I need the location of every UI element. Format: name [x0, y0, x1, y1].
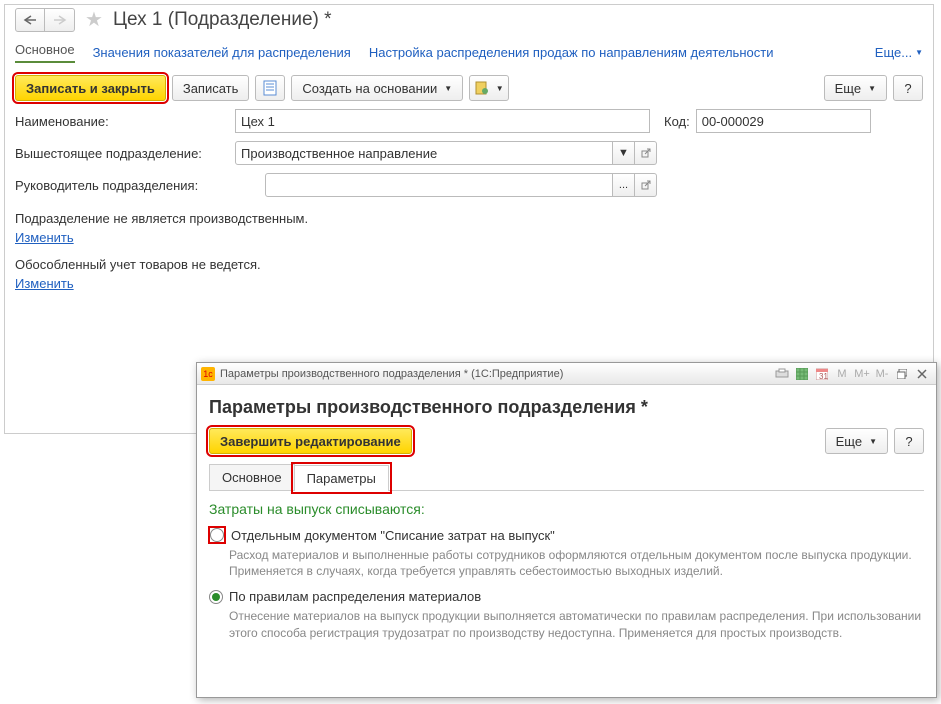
select-button[interactable]: ... — [613, 173, 635, 197]
m-button[interactable]: M — [833, 365, 851, 383]
tab-indicators[interactable]: Значения показателей для распределения — [93, 45, 351, 60]
help-button[interactable]: ? — [893, 75, 923, 101]
save-and-close-button[interactable]: Записать и закрыть — [15, 75, 166, 101]
popup-titlebar: 1c Параметры производственного подраздел… — [197, 363, 936, 385]
tab-main[interactable]: Основное — [15, 42, 75, 63]
popup-more-label: Еще — [836, 434, 862, 449]
print-icon[interactable] — [773, 365, 791, 383]
change-link-1[interactable]: Изменить — [5, 228, 84, 247]
head-input[interactable] — [265, 173, 613, 197]
chevron-down-icon: ▼ — [869, 437, 877, 446]
back-button[interactable] — [15, 8, 45, 32]
option2-row[interactable]: По правилам распределения материалов — [209, 587, 924, 606]
save-button[interactable]: Записать — [172, 75, 250, 101]
popup-tab-params[interactable]: Параметры — [294, 465, 389, 491]
app-icon: 1c — [201, 367, 215, 381]
head-row: Руководитель подразделения: ... — [5, 169, 933, 201]
no-separate-text: Обособленный учет товаров не ведется. — [5, 247, 933, 274]
m-plus-button[interactable]: M+ — [853, 365, 871, 383]
tab-more[interactable]: Еще...▼ — [875, 45, 923, 60]
forward-button[interactable] — [45, 8, 75, 32]
open-button[interactable] — [635, 173, 657, 197]
arrow-right-icon — [53, 15, 67, 25]
option1-row[interactable]: Отдельным документом "Списание затрат на… — [209, 525, 924, 545]
popup-titlebar-text: Параметры производственного подразделени… — [220, 368, 563, 380]
tab-links: Основное Значения показателей для распре… — [5, 32, 933, 71]
head-label: Руководитель подразделения: — [15, 178, 265, 193]
costs-section-header: Затраты на выпуск списываются: — [209, 501, 924, 517]
chevron-down-icon: ▼ — [496, 84, 504, 93]
open-icon — [641, 180, 651, 190]
m-minus-button[interactable]: M- — [873, 365, 891, 383]
name-input[interactable]: Цех 1 — [235, 109, 650, 133]
dropdown-button[interactable]: ▼ — [613, 141, 635, 165]
parent-input[interactable]: Производственное направление — [235, 141, 613, 165]
option1-radio[interactable] — [210, 528, 224, 542]
open-icon — [641, 148, 651, 158]
grid-icon[interactable] — [793, 365, 811, 383]
svg-text:31: 31 — [819, 372, 828, 380]
header-row: ★ Цех 1 (Подразделение) * — [5, 5, 933, 32]
not-production-text: Подразделение не является производственн… — [5, 201, 933, 228]
popup-more-button[interactable]: Еще ▼ — [825, 428, 888, 454]
popup-help-button[interactable]: ? — [894, 428, 924, 454]
popup-tab-main[interactable]: Основное — [209, 464, 295, 490]
finish-editing-button[interactable]: Завершить редактирование — [209, 428, 412, 454]
name-row: Наименование: Цех 1 Код: 00-000029 — [5, 105, 933, 137]
option2-radio[interactable] — [209, 590, 223, 604]
head-input-group: ... — [265, 173, 657, 197]
option1-label: Отдельным документом "Списание затрат на… — [231, 528, 555, 543]
arrow-left-icon — [23, 15, 37, 25]
close-icon[interactable] — [913, 365, 931, 383]
tab-settings[interactable]: Настройка распределения продаж по направ… — [369, 45, 774, 60]
popup-toolbar: Завершить редактирование Еще ▼ ? — [209, 428, 924, 454]
option1-radio-highlight — [209, 527, 225, 543]
change-link-2[interactable]: Изменить — [5, 274, 84, 293]
popup-title: Параметры производственного подразделени… — [209, 397, 924, 418]
option2-desc: Отнесение материалов на выпуск продукции… — [209, 606, 924, 648]
popup-window: 1c Параметры производственного подраздел… — [196, 362, 937, 698]
main-toolbar: Записать и закрыть Записать Создать на о… — [5, 71, 933, 105]
popup-tabs: Основное Параметры — [209, 464, 924, 491]
chevron-down-icon: ▼ — [868, 84, 876, 93]
chevron-down-icon: ▼ — [915, 48, 923, 57]
parent-row: Вышестоящее подразделение: Производствен… — [5, 137, 933, 169]
code-input[interactable]: 00-000029 — [696, 109, 871, 133]
parent-input-group: Производственное направление ▼ — [235, 141, 657, 165]
chevron-down-icon: ▼ — [444, 84, 452, 93]
option2-label: По правилам распределения материалов — [229, 589, 481, 604]
more-button[interactable]: Еще ▼ — [824, 75, 887, 101]
popup-body: Параметры производственного подразделени… — [197, 385, 936, 657]
page-title: Цех 1 (Подразделение) * — [113, 9, 332, 31]
star-icon[interactable]: ★ — [85, 7, 103, 32]
option1-desc: Расход материалов и выполненные работы с… — [209, 545, 924, 587]
parent-label: Вышестоящее подразделение: — [15, 146, 235, 161]
create-based-button[interactable]: Создать на основании ▼ — [291, 75, 463, 101]
name-label: Наименование: — [15, 114, 235, 129]
open-button[interactable] — [635, 141, 657, 165]
tab-more-label: Еще... — [875, 45, 912, 60]
report-button[interactable] — [255, 75, 285, 101]
calendar-icon[interactable]: 31 — [813, 365, 831, 383]
chevron-down-icon: ▼ — [618, 147, 629, 159]
more-label: Еще — [835, 81, 861, 96]
attachments-button[interactable]: ▼ — [469, 75, 509, 101]
restore-icon[interactable] — [893, 365, 911, 383]
create-based-label: Создать на основании — [302, 81, 437, 96]
code-label: Код: — [664, 114, 690, 129]
attachments-icon — [475, 81, 489, 95]
report-icon — [263, 80, 277, 96]
